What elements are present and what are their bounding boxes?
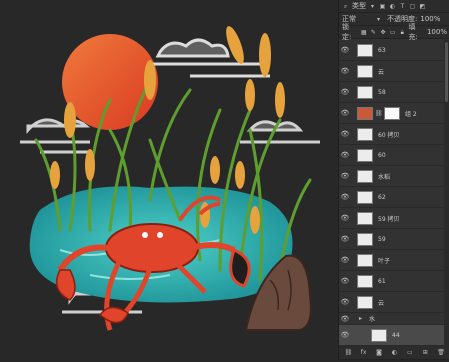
layer-name[interactable]: 水	[369, 314, 375, 323]
layer-thumbnail	[357, 169, 373, 183]
filter-text-icon[interactable]: T	[399, 3, 406, 10]
lock-bar: 锁定: ▦ ✎ ✥ ▭ 🔒︎ 填充: 100%	[339, 23, 449, 41]
eye-icon[interactable]: 👁︎	[339, 193, 351, 201]
eye-icon[interactable]: 👁︎	[339, 67, 351, 75]
layers-panel: ⌕ 类型 ▾ ▣ ◐ T ▢ ◩ 正常 ▾ 不透明度: 100% 锁定: ▦ ✎…	[338, 0, 449, 360]
layer-name[interactable]: 58	[378, 89, 386, 96]
layer-name[interactable]: 组 2	[405, 109, 417, 118]
layer-name[interactable]: 60	[378, 152, 386, 159]
eye-icon[interactable]: 👁︎	[339, 109, 351, 117]
layer-row[interactable]: 👁︎ 60	[339, 145, 449, 166]
chevron-down-icon[interactable]: ▾	[375, 16, 382, 23]
filter-adjust-icon[interactable]: ◐	[389, 3, 396, 10]
link-icon: ⛓	[375, 109, 383, 117]
layer-thumbnail	[357, 127, 373, 141]
layer-name[interactable]: 60 拷贝	[378, 130, 400, 139]
layer-row[interactable]: 👁︎ 云	[339, 61, 449, 82]
layer-row[interactable]: 👁︎ 60 拷贝	[339, 124, 449, 145]
fill-value[interactable]: 100%	[427, 28, 447, 36]
filter-bar: ⌕ 类型 ▾ ▣ ◐ T ▢ ◩	[339, 0, 449, 13]
eye-icon[interactable]: 👁︎	[339, 331, 351, 339]
layer-row[interactable]: 👁︎ 云	[339, 292, 449, 313]
layer-row[interactable]: 👁︎ 58	[339, 82, 449, 103]
layer-thumbnail	[357, 190, 373, 204]
lock-paint-icon[interactable]: ✎	[370, 29, 377, 36]
eye-icon[interactable]: 👁︎	[339, 315, 351, 323]
layer-name[interactable]: 63	[378, 47, 386, 54]
layer-name[interactable]: 61	[378, 278, 386, 285]
eye-icon[interactable]: 👁︎	[339, 298, 351, 306]
layer-thumbnail	[357, 148, 373, 162]
filter-pixel-icon[interactable]: ▣	[379, 3, 386, 10]
eye-icon[interactable]: 👁︎	[339, 46, 351, 54]
lock-label: 锁定:	[342, 23, 352, 41]
trash-icon[interactable]: 🗑︎	[437, 349, 445, 356]
adjustment-layer-icon[interactable]: ◐	[391, 349, 398, 356]
layer-row[interactable]: 👁︎ 62	[339, 187, 449, 208]
new-group-icon[interactable]: ▭	[406, 349, 413, 356]
cloud-top	[150, 38, 270, 78]
artwork-illustration	[20, 26, 320, 331]
layer-name[interactable]: 62	[378, 194, 386, 201]
layer-thumbnail	[357, 253, 373, 267]
layer-name[interactable]: 云	[378, 298, 384, 307]
filter-shape-icon[interactable]: ▢	[409, 3, 416, 10]
layer-row[interactable]: 👁︎ 水稻	[339, 166, 449, 187]
layer-thumbnail	[357, 295, 373, 309]
layer-thumbnail	[357, 106, 373, 120]
layer-thumbnail	[357, 85, 373, 99]
layer-name[interactable]: 水稻	[378, 172, 390, 181]
layer-thumbnail	[371, 328, 387, 342]
filter-type-select[interactable]: 类型	[352, 1, 366, 11]
add-mask-icon[interactable]: ◙	[376, 349, 383, 356]
layer-mask-thumbnail	[384, 106, 400, 120]
link-layers-icon[interactable]: ⛓	[345, 349, 353, 356]
scrollbar[interactable]	[444, 40, 449, 345]
layer-name[interactable]: 59 拷贝	[378, 214, 400, 223]
chevron-down-icon[interactable]: ▾	[369, 3, 376, 10]
layer-row[interactable]: 👁︎ 63	[339, 40, 449, 61]
eye-icon[interactable]: 👁︎	[339, 214, 351, 222]
lock-move-icon[interactable]: ✥	[380, 29, 387, 36]
eye-icon[interactable]: 👁︎	[339, 88, 351, 96]
scrollbar-thumb[interactable]	[445, 42, 448, 102]
search-icon[interactable]: ⌕	[342, 3, 349, 10]
cloud-left	[20, 118, 91, 154]
eye-icon[interactable]: 👁︎	[339, 151, 351, 159]
layer-thumbnail	[357, 211, 373, 225]
lock-all-icon[interactable]: 🔒︎	[399, 29, 406, 36]
layer-name[interactable]: 59	[378, 236, 386, 243]
layer-row[interactable]: 👁︎ 61	[339, 271, 449, 292]
layer-row-selected[interactable]: 👁︎ 44	[339, 325, 449, 346]
eye-icon[interactable]: 👁︎	[339, 277, 351, 285]
eye-icon[interactable]: 👁︎	[339, 130, 351, 138]
filter-smart-icon[interactable]: ◩	[419, 3, 426, 10]
lock-artboard-icon[interactable]: ▭	[389, 29, 396, 36]
layers-footer: ⛓ fx ◙ ◐ ▭ ⊞ 🗑︎	[339, 346, 449, 360]
layer-name[interactable]: 叶子	[378, 256, 390, 265]
layer-row-group[interactable]: 👁︎ ⛓ 组 2	[339, 103, 449, 124]
layer-row-group-water[interactable]: 👁︎ ▸ 水	[339, 313, 449, 325]
layer-name[interactable]: 44	[392, 332, 400, 339]
eye-icon[interactable]: 👁︎	[339, 235, 351, 243]
layer-row[interactable]: 👁︎ 59 拷贝	[339, 208, 449, 229]
layer-row[interactable]: 👁︎ 59	[339, 229, 449, 250]
sun	[62, 34, 158, 130]
lock-pixels-icon[interactable]: ▦	[360, 29, 367, 36]
artwork-canvas[interactable]	[0, 0, 338, 360]
layer-thumbnail	[357, 64, 373, 78]
eye-icon[interactable]: 👁︎	[339, 172, 351, 180]
folder-icon[interactable]: ▸	[357, 315, 364, 322]
eye-icon[interactable]: 👁︎	[339, 256, 351, 264]
layer-row[interactable]: 👁︎ 叶子	[339, 250, 449, 271]
new-layer-icon[interactable]: ⊞	[422, 349, 429, 356]
layer-thumbnail	[357, 43, 373, 57]
layer-thumbnail	[357, 274, 373, 288]
fx-icon[interactable]: fx	[360, 349, 367, 356]
layer-name[interactable]: 云	[378, 67, 384, 76]
layer-thumbnail	[357, 232, 373, 246]
fill-label: 填充:	[408, 23, 418, 41]
